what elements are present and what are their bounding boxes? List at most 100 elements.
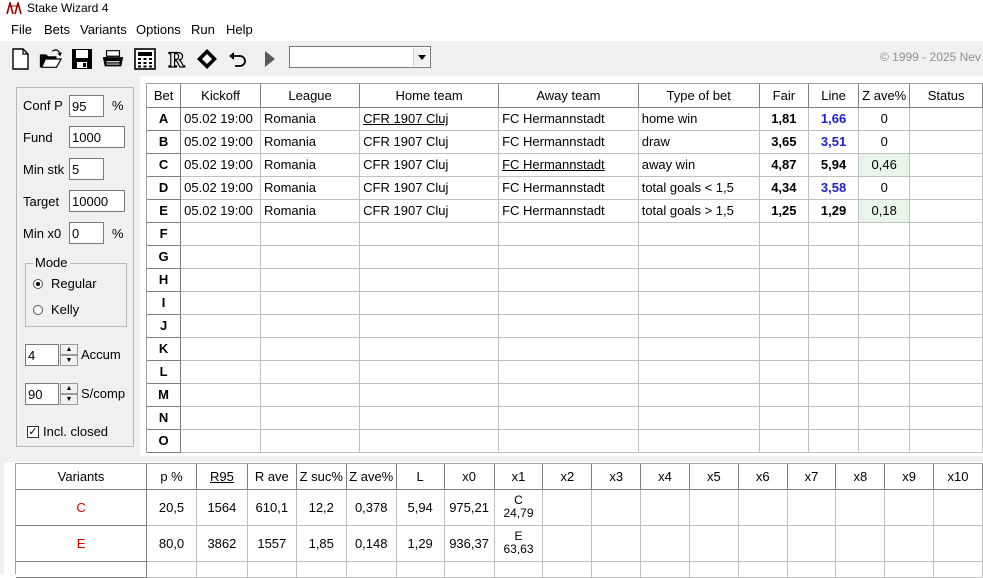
variant-row-empty[interactable] (16, 561, 983, 578)
cell-away[interactable]: FC Hermannstadt (498, 176, 639, 200)
column-header[interactable]: Away team (498, 84, 639, 108)
empty-cell[interactable] (396, 561, 445, 578)
cell-kickoff[interactable] (180, 291, 261, 315)
cell-x4[interactable] (640, 525, 690, 562)
cell-x6[interactable] (738, 489, 788, 526)
variant-row[interactable]: C 20,5 1564 610,1 12,2 0,378 5,94 975,21 C 24,79 (16, 489, 983, 526)
cell-status[interactable] (909, 130, 983, 154)
cell-zave[interactable]: 0,18 (858, 199, 911, 223)
table-row[interactable]: C 05.02 19:00 Romania CFR 1907 Cluj FC Herma… (147, 153, 983, 177)
bet-letter-cell[interactable]: E (147, 199, 182, 223)
cell-zsuc[interactable]: 12,2 (296, 489, 347, 526)
cell-league[interactable] (260, 429, 361, 453)
cell-kickoff[interactable] (180, 337, 261, 361)
cell-zave[interactable] (858, 337, 911, 361)
save-icon[interactable] (70, 47, 94, 71)
cell-type[interactable]: away win (638, 153, 760, 177)
menu-file[interactable]: File (11, 22, 32, 37)
mode-regular-radio[interactable] (33, 279, 43, 289)
cell-away[interactable] (498, 429, 639, 453)
cell-status[interactable] (909, 245, 983, 269)
variant-select[interactable] (289, 46, 431, 68)
empty-cell[interactable] (884, 561, 935, 578)
cell-away[interactable]: FC Hermannstadt (498, 107, 639, 131)
column-header[interactable]: R ave (247, 464, 297, 490)
cell-status[interactable] (909, 153, 983, 177)
cell-league[interactable]: Romania (260, 107, 361, 131)
cell-kickoff[interactable] (180, 429, 261, 453)
cell-r95[interactable]: 3862 (196, 525, 248, 562)
run-icon[interactable] (257, 47, 281, 71)
cell-away[interactable] (498, 222, 639, 246)
cell-line[interactable] (808, 429, 860, 453)
cell-fair[interactable] (759, 429, 809, 453)
cell-league[interactable] (260, 268, 361, 292)
cell-p[interactable]: 20,5 (146, 489, 197, 526)
cell-home[interactable] (359, 222, 500, 246)
cell-line[interactable] (808, 314, 860, 338)
cell-kickoff[interactable]: 05.02 19:00 (180, 176, 261, 200)
cell-type[interactable] (638, 245, 760, 269)
cell-away[interactable] (498, 291, 639, 315)
cell-zave[interactable] (858, 222, 911, 246)
column-header[interactable]: x2 (542, 464, 593, 490)
cell-type[interactable] (638, 314, 760, 338)
cell-away[interactable]: FC Hermannstadt (498, 130, 639, 154)
cell-line[interactable] (808, 406, 860, 430)
column-header[interactable]: Home team (359, 84, 500, 108)
cell-home[interactable] (359, 314, 500, 338)
cell-fair[interactable] (759, 383, 809, 407)
empty-cell[interactable] (640, 561, 690, 578)
empty-cell[interactable] (16, 561, 148, 578)
cell-home[interactable] (359, 383, 500, 407)
cell-x7[interactable] (787, 489, 837, 526)
cell-type[interactable]: total goals < 1,5 (638, 176, 760, 200)
cell-status[interactable] (909, 222, 983, 246)
bet-letter-cell[interactable]: B (147, 130, 182, 154)
bet-letter-cell[interactable]: L (147, 360, 182, 384)
cell-fair[interactable]: 1,81 (759, 107, 809, 131)
cell-line[interactable] (808, 222, 860, 246)
cell-home[interactable] (359, 360, 500, 384)
cell-kickoff[interactable] (180, 222, 261, 246)
cell-league[interactable]: Romania (260, 199, 361, 223)
table-row[interactable]: B 05.02 19:00 Romania CFR 1907 Cluj FC Herma… (147, 130, 983, 154)
empty-cell[interactable] (738, 561, 788, 578)
cell-status[interactable] (909, 383, 983, 407)
cell-home[interactable]: CFR 1907 Cluj (359, 130, 500, 154)
bet-letter-cell[interactable]: N (147, 406, 182, 430)
cell-away[interactable] (498, 406, 639, 430)
bet-letter-cell[interactable]: F (147, 222, 182, 246)
cell-type[interactable]: draw (638, 130, 760, 154)
cell-line[interactable] (808, 291, 860, 315)
variant-row[interactable]: E 80,0 3862 1557 1,85 0,148 1,29 936,37 E 63,63 (16, 525, 983, 562)
empty-cell[interactable] (296, 561, 347, 578)
cell-l[interactable]: 5,94 (396, 489, 445, 526)
cell-fair[interactable] (759, 314, 809, 338)
cell-x10[interactable] (933, 525, 983, 562)
cell-fair[interactable]: 3,65 (759, 130, 809, 154)
cell-away[interactable]: FC Hermannstadt (498, 199, 639, 223)
column-header[interactable]: Status (909, 84, 983, 108)
calculator-icon[interactable] (133, 47, 157, 71)
cell-away[interactable] (498, 314, 639, 338)
cell-kickoff[interactable] (180, 268, 261, 292)
accum-field[interactable] (25, 344, 59, 366)
table-row[interactable]: F (147, 222, 983, 246)
down-arrow-icon[interactable]: ▼ (60, 394, 78, 405)
empty-cell[interactable] (542, 561, 593, 578)
table-row[interactable]: H (147, 268, 983, 292)
cell-zave[interactable]: 0 (858, 107, 911, 131)
bet-letter-cell[interactable]: M (147, 383, 182, 407)
cell-fair[interactable] (759, 291, 809, 315)
cell-kickoff[interactable]: 05.02 19:00 (180, 107, 261, 131)
bet-letter-cell[interactable]: A (147, 107, 182, 131)
cell-line[interactable] (808, 245, 860, 269)
cell-x5[interactable] (689, 489, 739, 526)
column-header[interactable]: Z ave% (858, 84, 911, 108)
cell-fair[interactable] (759, 268, 809, 292)
cell-zave[interactable] (858, 245, 911, 269)
cell-status[interactable] (909, 291, 983, 315)
cell-league[interactable] (260, 406, 361, 430)
cell-zave[interactable]: 0 (858, 176, 911, 200)
